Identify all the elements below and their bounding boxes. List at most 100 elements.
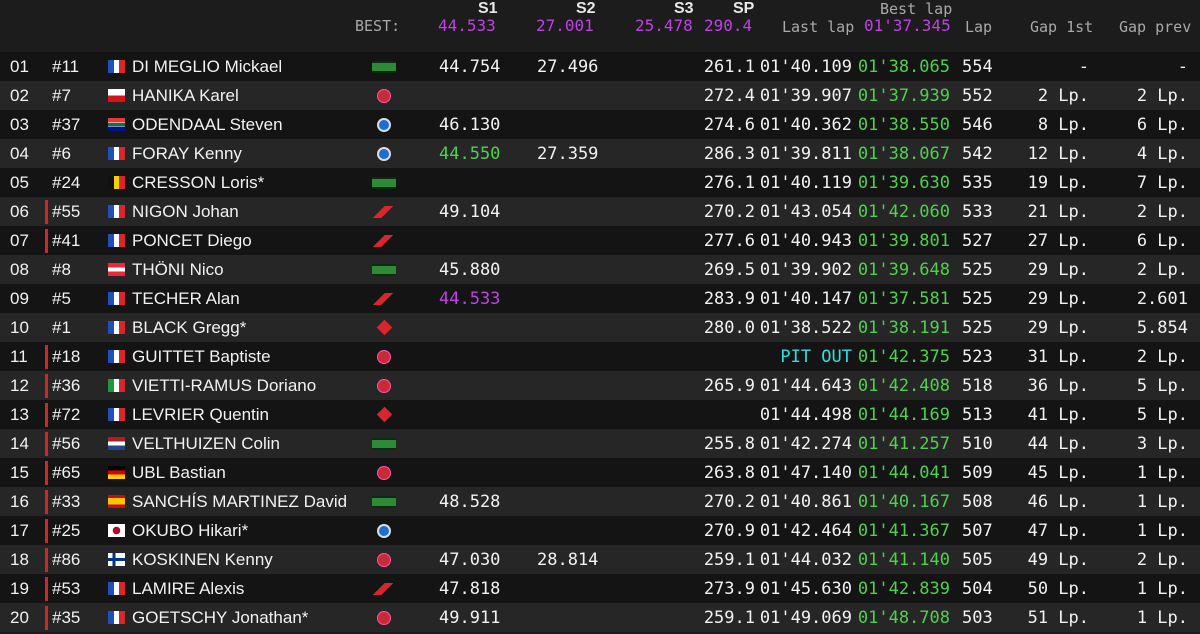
standings-table: 01 #11 DI MEGLIO Mickael 44.754 27.496 261.1 0… [0, 52, 1200, 632]
lap-header[interactable]: Lap [965, 18, 992, 36]
table-row[interactable]: 17 #25 OKUBO Hikari* 270.9 01'42.464 01'41.36… [0, 516, 1200, 545]
table-row[interactable]: 18 #86 KOSKINEN Kenny 47.030 28.814 259.1 01'4… [0, 545, 1200, 574]
best-lap-time: 01'42.408 [857, 376, 950, 396]
table-row[interactable]: 11 #18 GUITTET Baptiste PIT OUT 01'42.375 523… [0, 342, 1200, 371]
gap-first: 27 Lp. [1027, 231, 1089, 251]
table-row[interactable]: 03 #37 ODENDAAL Steven 46.130 274.6 01'40.362… [0, 110, 1200, 139]
rider-number: #65 [52, 463, 81, 482]
best-lap-time: 01'37.939 [857, 86, 950, 106]
lap-count: 518 [962, 376, 993, 396]
table-row[interactable]: 15 #65 UBL Bastian 263.8 01'47.140 01'44.041 5… [0, 458, 1200, 487]
position-cell: 04 [10, 144, 29, 163]
table-row[interactable]: 02 #7 HANIKA Karel 272.4 01'39.907 01'37.939 5… [0, 81, 1200, 110]
sector2-time: 28.814 [537, 550, 599, 570]
rider-number: #72 [52, 405, 81, 424]
rider-name: TECHER Alan [132, 289, 240, 308]
yamaha-logo-icon [370, 609, 398, 626]
table-row[interactable]: 13 #72 LEVRIER Quentin 01'44.498 01'44.169 51… [0, 400, 1200, 429]
rider-number: #7 [52, 86, 71, 105]
position-cell: 13 [10, 405, 29, 424]
rider-number: #25 [52, 521, 81, 540]
table-row[interactable]: 06 #55 NIGON Johan 49.104 270.2 01'43.054 01'4… [0, 197, 1200, 226]
rider-number: #37 [52, 115, 81, 134]
rider-number: #86 [52, 550, 81, 569]
lap-count: 508 [962, 492, 993, 512]
flag-fr-icon [108, 582, 125, 595]
table-row[interactable]: 09 #5 TECHER Alan 44.533 283.9 01'40.147 01'37… [0, 284, 1200, 313]
lap-count: 527 [962, 231, 993, 251]
flag-at-icon [108, 263, 125, 276]
rider-number: #53 [52, 579, 81, 598]
gap-1st-header[interactable]: Gap 1st [1030, 18, 1093, 36]
rider-number: #11 [52, 57, 80, 76]
yamaha-logo-icon [370, 551, 398, 568]
table-row[interactable]: 12 #36 VIETTI-RAMUS Doriano 265.9 01'44.643 0… [0, 371, 1200, 400]
rider-number: #5 [52, 289, 71, 308]
gap-previous: 2 Lp. [1136, 260, 1188, 280]
speed-trap: 274.6 [703, 115, 755, 135]
table-row[interactable]: 07 #41 PONCET Diego 277.6 01'40.943 01'39.801… [0, 226, 1200, 255]
last-lap-time: 01'43.054 [759, 202, 852, 222]
rider-name: VIETTI-RAMUS Doriano [132, 376, 317, 395]
best-lap-time: 01'40.167 [857, 492, 950, 512]
suzuki-logo-icon [370, 319, 398, 336]
gap-first: 29 Lp. [1027, 289, 1089, 309]
best-lap-time: 01'48.708 [857, 608, 950, 628]
rider-number: #35 [52, 608, 81, 627]
rider-name: GOETSCHY Jonathan* [132, 608, 309, 627]
sector1-time: 46.130 [439, 115, 501, 135]
table-row[interactable]: 14 #56 VELTHUIZEN Colin 255.8 01'42.274 01'41… [0, 429, 1200, 458]
table-row[interactable]: 08 #8 THÖNI Nico 45.880 269.5 01'39.902 01'39.… [0, 255, 1200, 284]
gap-previous: 4 Lp. [1136, 144, 1188, 164]
position-cell: 19 [10, 579, 29, 598]
rider-name: CRESSON Loris* [132, 173, 265, 192]
team-marker-bar [45, 229, 48, 253]
table-row[interactable]: 16 #33 SANCHÍS MARTINEZ David 48.528 270.2 01… [0, 487, 1200, 516]
last-lap-time: 01'40.147 [759, 289, 852, 309]
yamaha-logo-icon [370, 377, 398, 394]
team-marker-bar [45, 548, 48, 572]
lap-count: 513 [962, 405, 993, 425]
flag-fr-icon [108, 205, 125, 218]
gap-previous: 6 Lp. [1136, 115, 1188, 135]
table-row[interactable]: 20 #35 GOETSCHY Jonathan* 49.911 259.1 01'49.… [0, 603, 1200, 632]
best-lap-time: 01'39.630 [857, 173, 950, 193]
gap-first: 29 Lp. [1027, 318, 1089, 338]
rider-name: SANCHÍS MARTINEZ David [132, 492, 348, 511]
last-lap-time: 01'40.362 [759, 115, 852, 135]
sector2-time: 27.359 [537, 144, 599, 164]
honda-logo-icon [370, 290, 398, 307]
table-row[interactable]: 04 #6 FORAY Kenny 44.550 27.359 286.3 01'39.81… [0, 139, 1200, 168]
best-lap-time: 01'42.060 [857, 202, 950, 222]
table-row[interactable]: 01 #11 DI MEGLIO Mickael 44.754 27.496 261.1 0… [0, 52, 1200, 81]
gap-first: 36 Lp. [1027, 376, 1089, 396]
rider-name: HANIKA Karel [132, 86, 239, 105]
last-lap-time: 01'39.907 [759, 86, 852, 106]
timing-header: BEST: S1 44.533 S2 27.001 S3 25.478 SP 2… [0, 0, 1200, 50]
gap-prev-header[interactable]: Gap prev [1119, 18, 1191, 36]
last-lap-time: 01'49.069 [759, 608, 852, 628]
table-row[interactable]: 10 #1 BLACK Gregg* 280.0 01'38.522 01'38.191 5… [0, 313, 1200, 342]
table-row[interactable]: 05 #24 CRESSON Loris* 276.1 01'40.119 01'39.6… [0, 168, 1200, 197]
best-lap-time: 01'41.257 [857, 434, 950, 454]
gap-first: 12 Lp. [1027, 144, 1089, 164]
gap-first: 45 Lp. [1027, 463, 1089, 483]
gap-first: - [1078, 57, 1089, 77]
team-marker-bar [45, 577, 48, 601]
gap-previous: 2 Lp. [1136, 550, 1188, 570]
speed-trap: 261.1 [703, 57, 755, 77]
gap-first: 31 Lp. [1027, 347, 1089, 367]
rider-name: VELTHUIZEN Colin [132, 434, 280, 453]
last-lap-time: 01'40.119 [759, 173, 852, 193]
yamaha-logo-icon [370, 464, 398, 481]
gap-first: 50 Lp. [1027, 579, 1089, 599]
last-lap-time: 01'44.498 [759, 405, 852, 425]
speed-trap: 277.6 [703, 231, 755, 251]
table-row[interactable]: 19 #53 LAMIRE Alexis 47.818 273.9 01'45.630 01… [0, 574, 1200, 603]
flag-fr-icon [108, 611, 125, 624]
best-lap-time: 01'37.581 [857, 289, 950, 309]
lap-count: 542 [962, 144, 993, 164]
last-lap-header[interactable]: Last lap [782, 18, 854, 36]
sector1-time: 44.754 [439, 57, 501, 77]
best-lap-time: 01'44.169 [857, 405, 950, 425]
